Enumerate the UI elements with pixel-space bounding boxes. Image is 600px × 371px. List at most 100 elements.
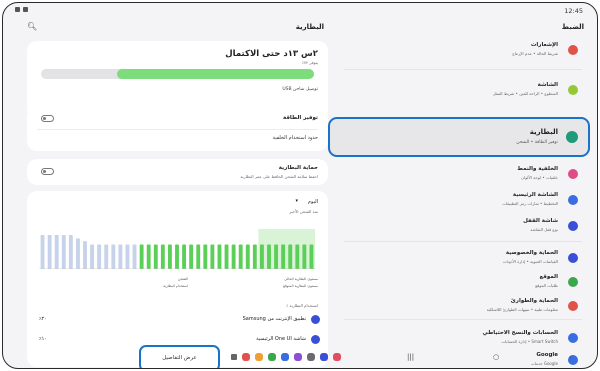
page-title: البطارية <box>295 23 324 31</box>
item-title: شاشة القفل <box>523 218 558 224</box>
chart-bar <box>153 244 158 269</box>
item-title: الشاشة <box>537 82 558 88</box>
app-icon[interactable] <box>255 353 263 361</box>
settings-item-display[interactable]: الشاشة السطوع • الراحة للعين • شريط التن… <box>338 77 588 103</box>
app-icon[interactable] <box>242 353 250 361</box>
item-title: الحماية والخصوصية <box>505 250 558 256</box>
settings-item-security[interactable]: الحماية والخصوصية القياسات الحيوية • إدا… <box>338 245 588 271</box>
notification-icon <box>568 45 578 55</box>
settings-item-location[interactable]: الموقع طلبات الموقع <box>338 269 588 295</box>
wallpaper-icon <box>568 169 578 179</box>
chart-bar <box>175 244 179 269</box>
item-sub: شريط الحالة • عدم الإزعاج <box>512 51 558 56</box>
chart-bar <box>217 244 222 269</box>
search-icon[interactable]: 🔍︎ <box>27 22 37 31</box>
settings-item-wallpaper[interactable]: الخلفية والنمط خلفيات • لوحة الألوان <box>338 161 588 187</box>
chevron-down-icon[interactable]: ▾ <box>295 198 298 204</box>
battery-toolbar: 🔍︎ البطارية <box>27 17 328 39</box>
item-title: الحسابات والنسخ الاحتياطي <box>482 330 558 336</box>
chart-bar <box>146 244 151 269</box>
app-name: تطبيق الإنترنت من Samsung <box>242 316 306 322</box>
one-ui-home-icon <box>311 335 320 344</box>
sync-icon <box>568 333 578 343</box>
settings-item-notifications[interactable]: الإشعارات شريط الحالة • عدم الإزعاج <box>338 37 588 63</box>
app-icon[interactable] <box>320 353 328 361</box>
list-item[interactable]: تطبيق الإنترنت من Samsung ٪۲۰ <box>27 311 328 329</box>
item-sub: توفير الطاقة • الشحن <box>516 140 558 145</box>
settings-item-safety[interactable]: الحماية والطوارئ معلومات طبية • تنبيهات … <box>338 293 588 319</box>
item-title: الإشعارات <box>530 42 558 48</box>
item-title: الموقع <box>539 274 558 280</box>
app-icon[interactable] <box>307 353 315 361</box>
charge-sub: يتوفر ٧٢٪ <box>301 60 318 65</box>
wifi-icon <box>23 7 28 12</box>
chart-bar <box>196 244 201 269</box>
power-saving-title[interactable]: توفير الطاقة <box>283 115 318 121</box>
legend-usage: استخدام البطارية <box>163 284 188 288</box>
chart-bar <box>309 244 314 269</box>
battery-detail-panel: 🔍︎ البطارية ٢س ١٣د حتى الاكتمال يتوفر ٧٢… <box>27 17 328 368</box>
chart-bar <box>267 244 271 269</box>
power-saving-toggle[interactable] <box>41 115 54 122</box>
tablet-frame: 12:45 🔍︎ البطارية ٢س ١٣د حتى الاكتمال يت… <box>2 2 598 369</box>
item-sub: القياسات الحيوية • إدارة الأذونات <box>502 259 558 264</box>
chart-bar <box>281 244 286 269</box>
protection-toggle[interactable] <box>41 168 54 175</box>
protection-card: حماية البطارية احفظ سلامة الشحن الحافظ ع… <box>27 159 328 185</box>
divider <box>344 69 582 70</box>
settings-title: الضبط <box>561 23 584 31</box>
item-title: الخلفية والنمط <box>517 166 558 172</box>
recents-icon[interactable]: ||| <box>407 353 414 361</box>
chart-bar <box>68 235 73 269</box>
app-icon[interactable] <box>294 353 302 361</box>
chart-bar <box>288 244 293 269</box>
chart-bar <box>132 244 137 269</box>
chart-bar <box>189 244 194 269</box>
back-icon[interactable]: ‹ <box>569 353 572 361</box>
item-title: الحماية والطوارئ <box>510 298 558 304</box>
app-percent: ٪۱۰ <box>39 336 48 342</box>
app-icon[interactable] <box>281 353 289 361</box>
settings-panel: الضبط الإشعارات شريط الحالة • عدم الإزعا… <box>328 17 590 366</box>
background-limits-item[interactable]: حدود استخدام الخلفية <box>273 135 318 141</box>
chart-bar <box>259 244 264 269</box>
home-button-icon[interactable]: ○ <box>493 353 499 361</box>
shield-icon <box>568 253 578 263</box>
app-icon[interactable] <box>333 353 341 361</box>
item-title: الشاشة الرئيسية <box>512 192 558 198</box>
chart-bar <box>83 241 87 269</box>
status-icons <box>15 7 28 12</box>
divider <box>37 129 318 130</box>
protection-title[interactable]: حماية البطارية <box>279 165 318 171</box>
power-saving-card: توفير الطاقة حدود استخدام الخلفية <box>27 107 328 151</box>
chart-bar <box>274 244 279 269</box>
legend-charging: الشحن <box>177 277 188 281</box>
status-bar: 12:45 <box>3 3 597 17</box>
display-icon <box>568 85 578 95</box>
item-sub: طلبات الموقع <box>535 283 558 288</box>
settings-item-lock-screen[interactable]: شاشة القفل نوع قفل الشاشة <box>338 213 588 239</box>
item-sub: إدارة الحسابات • Smart Switch <box>501 339 558 344</box>
divider <box>344 241 582 242</box>
usage-heading: استخدام البطارية ٪ <box>286 303 318 308</box>
period-select[interactable]: اليوم <box>308 199 318 205</box>
chart-bar <box>182 244 187 269</box>
chart-bar <box>61 235 66 269</box>
chart-legend: مستوى البطارية الحالي مستوى البطارية الم… <box>118 277 318 293</box>
chart-bar <box>252 244 257 269</box>
chart-bar <box>295 244 300 269</box>
chart-bar <box>125 244 130 269</box>
app-icon[interactable] <box>268 353 276 361</box>
item-title: البطارية <box>529 128 558 136</box>
chart-bar <box>203 244 208 269</box>
apps-grid-icon[interactable] <box>231 354 237 360</box>
settings-item-home-screen[interactable]: الشاشة الرئيسية التخطيط • شارات رمز التط… <box>338 187 588 213</box>
chart-bar <box>54 235 59 269</box>
usage-card: ▾ اليوم منذ الشحن الأخير مستوى البطارية … <box>27 191 328 367</box>
settings-item-battery[interactable]: البطارية توفير الطاقة • الشحن <box>328 117 590 157</box>
chart-bar <box>245 244 250 269</box>
item-sub: نوع قفل الشاشة <box>530 227 558 232</box>
chart-bar <box>97 244 102 269</box>
chart-bar <box>111 244 116 269</box>
location-icon <box>568 277 578 287</box>
